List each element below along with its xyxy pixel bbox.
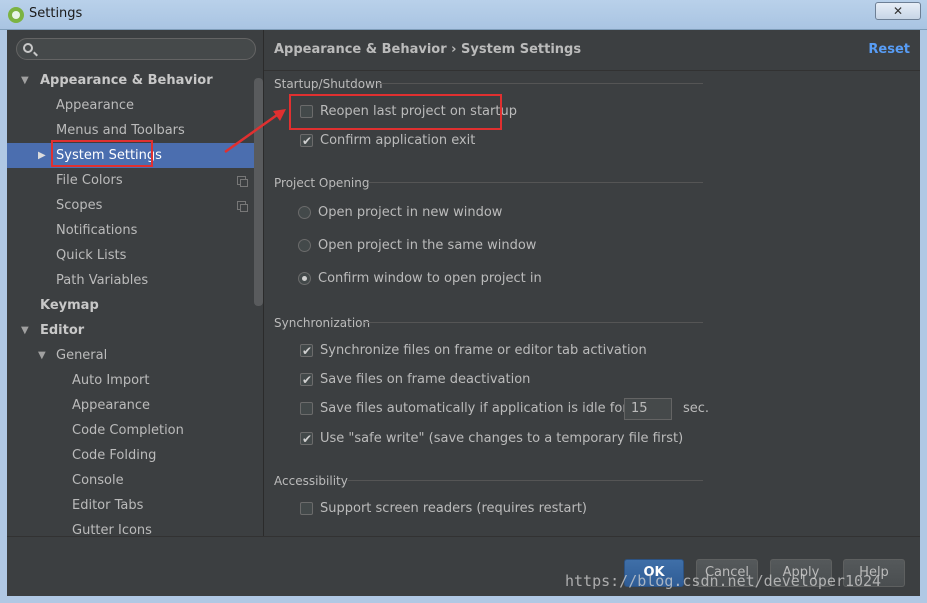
radio-label: Confirm window to open project in bbox=[318, 271, 542, 286]
search-input[interactable] bbox=[16, 38, 256, 60]
header-divider bbox=[264, 70, 920, 71]
sidebar-item-label: Quick Lists bbox=[56, 248, 127, 263]
breadcrumb: Appearance & Behavior › System Settings bbox=[274, 42, 582, 57]
section-title-synchronization: Synchronization bbox=[274, 316, 371, 330]
chevron-down-icon[interactable]: ▼ bbox=[21, 318, 29, 343]
checkbox-label: Use "safe write" (save changes to a temp… bbox=[320, 431, 684, 446]
sidebar-item-gutter-icons[interactable]: Gutter Icons bbox=[7, 518, 263, 536]
radio-button[interactable] bbox=[298, 272, 311, 285]
section-title-startup: Startup/Shutdown bbox=[274, 77, 383, 91]
checkbox-box[interactable] bbox=[300, 370, 313, 390]
section-divider bbox=[377, 83, 703, 84]
section-divider bbox=[364, 322, 703, 323]
confirm-exit-checkbox[interactable]: Confirm application exit bbox=[300, 131, 500, 151]
sidebar-item-label: Auto Import bbox=[72, 373, 150, 388]
safe-write-checkbox[interactable]: Use "safe write" (save changes to a temp… bbox=[300, 429, 683, 449]
checkbox-box[interactable] bbox=[300, 402, 313, 415]
sidebar-scrollbar[interactable] bbox=[254, 78, 263, 306]
checkbox-label: Synchronize files on frame or editor tab… bbox=[320, 343, 647, 358]
checkbox-box[interactable] bbox=[300, 341, 313, 361]
section-title-accessibility: Accessibility bbox=[274, 474, 348, 488]
radio-confirm-window[interactable]: Confirm window to open project in bbox=[298, 269, 542, 289]
settings-sidebar: ▼ Appearance & Behavior Appearance Menus… bbox=[7, 30, 264, 536]
chevron-right-icon[interactable]: ▶ bbox=[38, 143, 46, 168]
checkbox-label: Support screen readers (requires restart… bbox=[320, 501, 587, 516]
radio-new-window[interactable]: Open project in new window bbox=[298, 203, 528, 223]
sidebar-item-editor-tabs[interactable]: Editor Tabs bbox=[7, 493, 263, 518]
android-studio-icon bbox=[8, 7, 24, 23]
sidebar-item-editor[interactable]: ▼ Editor bbox=[7, 318, 263, 343]
sidebar-item-label: Code Completion bbox=[72, 423, 184, 438]
sidebar-item-path-variables[interactable]: Path Variables bbox=[7, 268, 263, 293]
sidebar-item-general[interactable]: ▼ General bbox=[7, 343, 263, 368]
section-title-project-opening: Project Opening bbox=[274, 176, 370, 190]
sidebar-item-code-completion[interactable]: Code Completion bbox=[7, 418, 263, 443]
sidebar-item-editor-appearance[interactable]: Appearance bbox=[7, 393, 263, 418]
radio-label: Open project in new window bbox=[318, 205, 503, 220]
sidebar-item-label: Keymap bbox=[40, 298, 99, 313]
sidebar-item-label: Scopes bbox=[56, 198, 103, 213]
sidebar-item-auto-import[interactable]: Auto Import bbox=[7, 368, 263, 393]
window-titlebar: Settings ✕ bbox=[0, 0, 927, 30]
radio-label: Open project in the same window bbox=[318, 238, 537, 253]
sidebar-item-appearance[interactable]: Appearance bbox=[7, 93, 263, 118]
sidebar-item-label: Console bbox=[72, 473, 124, 488]
checkbox-label: Save files on frame deactivation bbox=[320, 372, 531, 387]
checkbox-label: Confirm application exit bbox=[320, 133, 476, 148]
close-button[interactable]: ✕ bbox=[875, 2, 921, 20]
section-divider bbox=[348, 480, 703, 481]
sidebar-item-label: Appearance bbox=[56, 98, 135, 113]
annotation-highlight-reopen-option bbox=[289, 94, 502, 130]
sidebar-item-label: File Colors bbox=[56, 173, 123, 188]
checkbox-box[interactable] bbox=[300, 429, 313, 449]
annotation-highlight-system-settings bbox=[51, 140, 153, 167]
checkbox-label: Save files automatically if application … bbox=[320, 401, 628, 416]
sidebar-item-label: Path Variables bbox=[56, 273, 149, 288]
sidebar-item-file-colors[interactable]: File Colors bbox=[7, 168, 263, 193]
screen-readers-checkbox[interactable]: Support screen readers (requires restart… bbox=[300, 499, 600, 519]
section-divider bbox=[368, 182, 703, 183]
radio-button[interactable] bbox=[298, 206, 311, 219]
sidebar-item-console[interactable]: Console bbox=[7, 468, 263, 493]
sidebar-item-label: Appearance bbox=[72, 398, 151, 413]
window-title: Settings bbox=[29, 6, 83, 21]
radio-button[interactable] bbox=[298, 239, 311, 252]
sidebar-item-notifications[interactable]: Notifications bbox=[7, 218, 263, 243]
sidebar-item-code-folding[interactable]: Code Folding bbox=[7, 443, 263, 468]
chevron-down-icon[interactable]: ▼ bbox=[21, 68, 29, 93]
project-scope-icon bbox=[237, 201, 248, 212]
project-scope-icon bbox=[237, 176, 248, 187]
save-on-deactivation-checkbox[interactable]: Save files on frame deactivation bbox=[300, 370, 630, 390]
sidebar-item-label: General bbox=[56, 348, 108, 363]
sidebar-item-keymap[interactable]: Keymap bbox=[7, 293, 263, 318]
sidebar-item-label: Code Folding bbox=[72, 448, 157, 463]
sidebar-item-appearance-behavior[interactable]: ▼ Appearance & Behavior bbox=[7, 68, 263, 93]
idle-seconds-unit: sec. bbox=[683, 401, 710, 416]
idle-seconds-input[interactable]: 15 bbox=[624, 398, 672, 420]
sidebar-item-label: Editor Tabs bbox=[72, 498, 144, 513]
watermark: https://blog.csdn.net/developer1024 bbox=[565, 572, 882, 590]
reset-link[interactable]: Reset bbox=[868, 42, 910, 57]
sidebar-item-label: Appearance & Behavior bbox=[40, 73, 213, 88]
save-when-idle-checkbox[interactable]: Save files automatically if application … bbox=[300, 399, 628, 419]
radio-same-window[interactable]: Open project in the same window bbox=[298, 236, 536, 256]
search-icon bbox=[23, 43, 33, 53]
sidebar-item-label: Notifications bbox=[56, 223, 138, 238]
sidebar-item-scopes[interactable]: Scopes bbox=[7, 193, 263, 218]
sync-files-checkbox[interactable]: Synchronize files on frame or editor tab… bbox=[300, 341, 647, 361]
chevron-down-icon[interactable]: ▼ bbox=[38, 343, 46, 368]
checkbox-box[interactable] bbox=[300, 131, 313, 151]
sidebar-item-label: Editor bbox=[40, 323, 85, 338]
sidebar-item-label: Gutter Icons bbox=[72, 523, 152, 536]
sidebar-item-quick-lists[interactable]: Quick Lists bbox=[7, 243, 263, 268]
checkbox-box[interactable] bbox=[300, 502, 313, 515]
